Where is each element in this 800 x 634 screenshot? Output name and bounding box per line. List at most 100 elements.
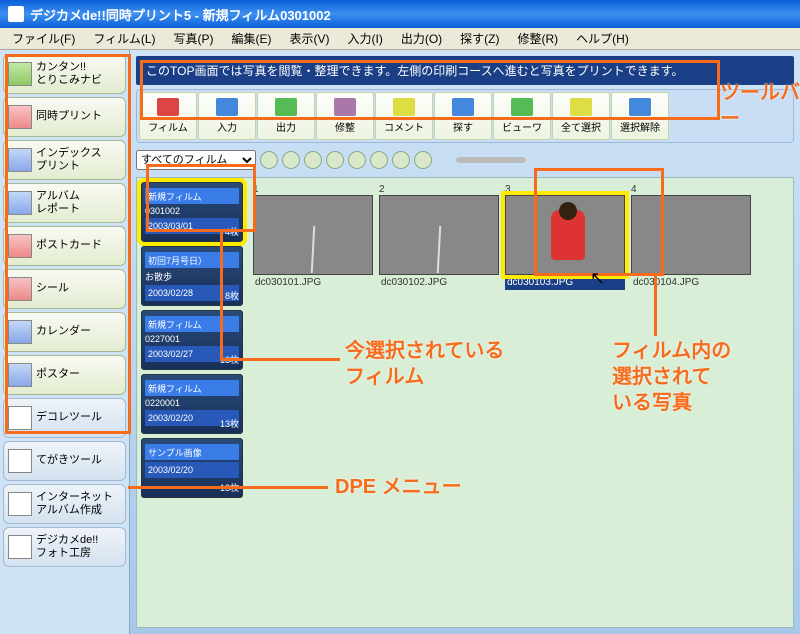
toolbar-icon (452, 98, 474, 116)
toolbar: フィルム 入力 出力 修整 コメント 探す ビューワ全て選択選択解除 (136, 89, 794, 143)
toolbar-button[interactable]: 選択解除 (611, 92, 669, 140)
workspace: 新規フィルム03010022003/03/014枚初回7月号日）お散歩2003/… (136, 177, 794, 628)
film-list: 新規フィルム03010022003/03/014枚初回7月号日）お散歩2003/… (137, 178, 247, 627)
sidebar-label: シール (36, 282, 69, 295)
sidebar-button[interactable]: てがきツール (3, 441, 126, 481)
menu-item[interactable]: ファイル(F) (4, 28, 83, 49)
toolbar-button[interactable]: フィルム (139, 92, 197, 140)
toolbar-icon (157, 98, 179, 116)
sidebar-button[interactable]: インターネット アルバム作成 (3, 484, 126, 524)
thumb-image (253, 195, 373, 275)
sidebar-icon (8, 535, 32, 559)
film-name: 新規フィルム (145, 380, 239, 396)
toolbar-button[interactable]: ビューワ (493, 92, 551, 140)
sidebar-button[interactable]: ポストカード (3, 226, 126, 266)
sidebar-button[interactable]: カンタン!! とりこみナビ (3, 54, 126, 94)
view-button[interactable] (348, 151, 366, 169)
menu-item[interactable]: 表示(V) (282, 28, 338, 49)
sidebar: カンタン!! とりこみナビ同時プリントインデックス プリントアルバム レポートポ… (0, 50, 130, 634)
app-icon (8, 6, 24, 22)
film-count: 4枚 (225, 225, 239, 238)
thumbnail[interactable]: 4 dc030104.JPG (631, 184, 751, 290)
toolbar-label: コメント (384, 119, 424, 134)
menu-item[interactable]: 探す(Z) (452, 28, 507, 49)
sidebar-label: カンタン!! とりこみナビ (36, 61, 102, 87)
sub-toolbar: すべてのフィルム (136, 147, 794, 173)
film-count: 13枚 (220, 481, 239, 494)
sidebar-button[interactable]: デコレツール (3, 398, 126, 438)
menu-item[interactable]: フィルム(L) (85, 28, 163, 49)
toolbar-label: 出力 (276, 119, 296, 134)
view-button[interactable] (370, 151, 388, 169)
thumb-filename: dc030104.JPG (631, 275, 751, 290)
sidebar-button[interactable]: ポスター (3, 355, 126, 395)
film-item[interactable]: 新規フィルム03010022003/03/014枚 (141, 182, 243, 242)
sidebar-label: てがきツール (36, 454, 102, 467)
film-item[interactable]: 新規フィルム02200012003/02/2013枚 (141, 374, 243, 434)
sidebar-label: ポストカード (36, 239, 102, 252)
view-button[interactable] (260, 151, 278, 169)
view-button[interactable] (304, 151, 322, 169)
sidebar-icon (8, 277, 32, 301)
thumb-filename: dc030101.JPG (253, 275, 373, 290)
sidebar-button[interactable]: デジカメde!! フォト工房 (3, 527, 126, 567)
thumb-filename: dc030102.JPG (379, 275, 499, 290)
sidebar-icon (8, 406, 32, 430)
sidebar-icon (8, 492, 32, 516)
toolbar-button[interactable]: 探す (434, 92, 492, 140)
toolbar-label: 探す (453, 119, 473, 134)
sidebar-icon (8, 449, 32, 473)
toolbar-label: 修整 (335, 119, 355, 134)
film-item[interactable]: 初回7月号日）お散歩2003/02/288枚 (141, 246, 243, 306)
menu-item[interactable]: 入力(I) (340, 28, 391, 49)
sidebar-label: デジカメde!! フォト工房 (36, 534, 98, 560)
toolbar-label: 入力 (217, 119, 237, 134)
sidebar-icon (8, 320, 32, 344)
thumb-number: 2 (379, 184, 499, 195)
film-item[interactable]: サンプル画像2003/02/2013枚 (141, 438, 243, 498)
view-button[interactable] (282, 151, 300, 169)
toolbar-button[interactable]: 出力 (257, 92, 315, 140)
sidebar-button[interactable]: シール (3, 269, 126, 309)
sidebar-icon (8, 191, 32, 215)
sidebar-button[interactable]: インデックス プリント (3, 140, 126, 180)
thumb-image (379, 195, 499, 275)
toolbar-button[interactable]: 全て選択 (552, 92, 610, 140)
sidebar-button[interactable]: カレンダー (3, 312, 126, 352)
toolbar-button[interactable]: 修整 (316, 92, 374, 140)
sidebar-label: デコレツール (36, 411, 102, 424)
thumb-image (505, 195, 625, 275)
film-item[interactable]: 新規フィルム02270012003/02/2713枚 (141, 310, 243, 370)
view-button[interactable] (326, 151, 344, 169)
thumbnail[interactable]: 2 dc030102.JPG (379, 184, 499, 290)
film-count: 13枚 (220, 353, 239, 366)
sidebar-button[interactable]: アルバム レポート (3, 183, 126, 223)
toolbar-label: ビューワ (502, 119, 542, 134)
thumb-filename: dc030103.JPG (505, 275, 625, 290)
film-name: 新規フィルム (145, 316, 239, 332)
sidebar-button[interactable]: 同時プリント (3, 97, 126, 137)
thumb-number: 4 (631, 184, 751, 195)
menu-item[interactable]: 編集(E) (224, 28, 280, 49)
view-button[interactable] (414, 151, 432, 169)
thumbnail[interactable]: 3 dc030103.JPG (505, 184, 625, 290)
toolbar-button[interactable]: コメント (375, 92, 433, 140)
view-button[interactable] (392, 151, 410, 169)
sidebar-label: アルバム レポート (36, 190, 80, 216)
toolbar-label: フィルム (148, 119, 188, 134)
toolbar-icon (511, 98, 533, 116)
film-filter-select[interactable]: すべてのフィルム (136, 150, 256, 170)
zoom-slider[interactable] (456, 157, 526, 163)
toolbar-button[interactable]: 入力 (198, 92, 256, 140)
sidebar-label: ポスター (36, 368, 80, 381)
thumbnail[interactable]: 1dc030101.JPG (253, 184, 373, 290)
menu-item[interactable]: 修整(R) (510, 28, 567, 49)
menu-item[interactable]: ヘルプ(H) (568, 28, 637, 49)
menu-item[interactable]: 出力(O) (393, 28, 450, 49)
thumbnail-area: 1dc030101.JPG 2 dc030102.JPG 3 dc030103.JPG 4… (247, 178, 793, 627)
thumb-number: 3 (505, 184, 625, 195)
thumb-image (631, 195, 751, 275)
menu-item[interactable]: 写真(P) (166, 28, 222, 49)
sidebar-label: インターネット アルバム作成 (36, 491, 113, 517)
film-name: 新規フィルム (145, 188, 239, 204)
